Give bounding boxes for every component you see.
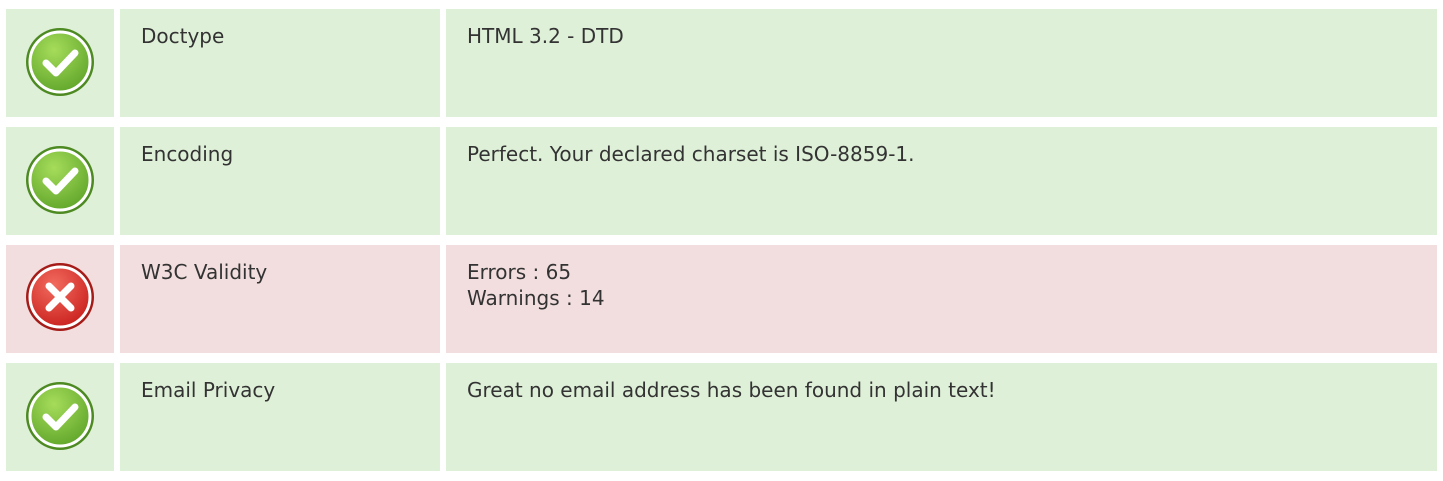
row-label: W3C Validity [120, 245, 440, 353]
report-row-doctype: Doctype HTML 3.2 - DTD [6, 9, 1437, 117]
row-value: Errors : 65 Warnings : 14 [446, 245, 1437, 353]
report-row-encoding: Encoding Perfect. Your declared charset … [6, 127, 1437, 235]
row-label: Doctype [120, 9, 440, 117]
row-value: Perfect. Your declared charset is ISO-88… [446, 127, 1437, 235]
x-circle-icon [6, 245, 114, 353]
warnings-count: Warnings : 14 [467, 286, 605, 310]
report-row-email-privacy: Email Privacy Great no email address has… [6, 363, 1437, 471]
seo-report-table: Doctype HTML 3.2 - DTD Encoding Perfect.… [6, 9, 1437, 471]
check-circle-icon [6, 9, 114, 117]
row-value: HTML 3.2 - DTD [446, 9, 1437, 117]
check-circle-icon [6, 127, 114, 235]
errors-count: Errors : 65 [467, 260, 572, 284]
row-label: Email Privacy [120, 363, 440, 471]
check-circle-icon [6, 363, 114, 471]
report-row-w3c-validity: W3C Validity Errors : 65 Warnings : 14 [6, 245, 1437, 353]
row-value: Great no email address has been found in… [446, 363, 1437, 471]
row-label: Encoding [120, 127, 440, 235]
value-line: Great no email address has been found in… [467, 378, 996, 402]
value-line: HTML 3.2 - DTD [467, 24, 624, 48]
value-line: Perfect. Your declared charset is ISO-88… [467, 142, 915, 166]
